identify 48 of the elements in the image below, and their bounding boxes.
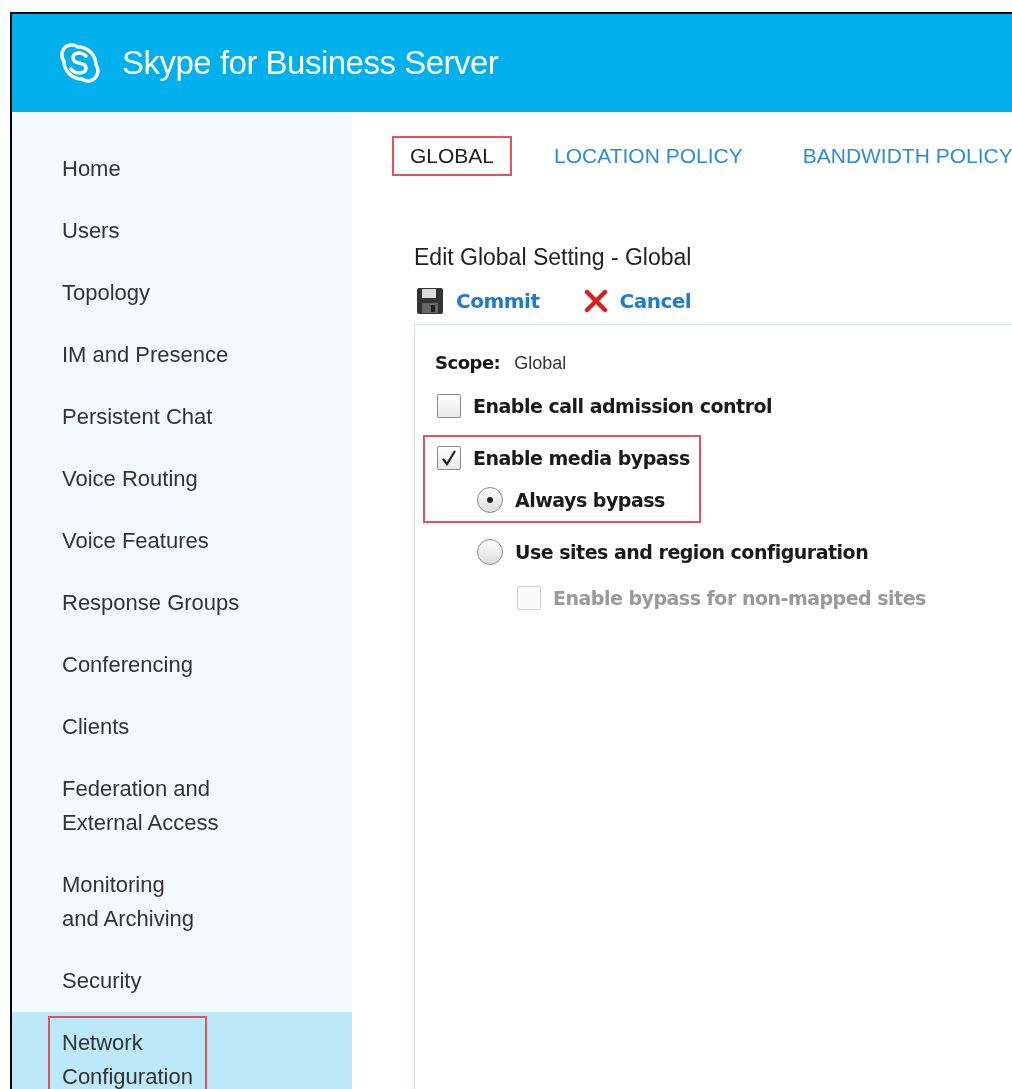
nav-label: Network Configuration [48,1016,207,1089]
option-label: Enable media bypass [473,445,690,471]
sidebar-item[interactable]: Topology [12,262,352,324]
sidebar-item[interactable]: Voice Routing [12,448,352,510]
nav-label: Monitoring and Archiving [61,871,196,933]
nav-label: Security [61,967,143,995]
nav-label: Home [61,155,122,183]
sidebar-item[interactable]: Voice Features [12,510,352,572]
checkmark-icon [440,449,458,467]
scope-value: Global [514,352,567,375]
option-label: Enable bypass for non-mapped sites [553,585,926,611]
sidebar-item[interactable]: Home [12,138,352,200]
app-title: Skype for Business Server [122,43,499,84]
close-icon [583,289,608,313]
checkbox[interactable] [437,394,461,418]
nav-label: Clients [61,713,131,741]
nav-label: Response Groups [61,589,241,617]
sidebar-item[interactable]: Response Groups [12,572,352,634]
option-label: Enable call admission control [473,393,773,419]
nav-label: IM and Presence [61,341,230,369]
radio-button[interactable] [477,487,503,513]
checkbox[interactable] [437,446,461,470]
tab[interactable]: BANDWIDTH POLICY [784,136,1012,176]
sidebar-item[interactable]: Network Configuration [12,1012,352,1089]
nav-label: Persistent Chat [61,403,214,431]
sidebar-item[interactable]: Persistent Chat [12,386,352,448]
commit-button[interactable]: Commit [414,286,542,316]
sidebar-item[interactable]: Federation and External Access [12,758,352,854]
tab[interactable]: LOCATION POLICY [536,136,761,176]
nav-label: Users [61,217,121,245]
sidebar-item[interactable]: IM and Presence [12,324,352,386]
option-label: Always bypass [515,487,665,513]
nav-label: Voice Routing [61,465,199,493]
tab[interactable]: GLOBAL [392,136,513,176]
sidebar-item[interactable]: Users [12,200,352,262]
nav-label: Voice Features [61,527,210,555]
scope-label: Scope: [435,351,501,375]
nav-label: Conferencing [61,651,194,679]
page-title: Edit Global Setting - Global [413,242,693,272]
nav-label: Topology [61,279,152,307]
sidebar-item[interactable]: Monitoring and Archiving [12,854,352,950]
sidebar-item[interactable]: Security [12,950,352,1012]
radio-button[interactable] [477,539,503,565]
option-label: Use sites and region configuration [515,539,869,565]
sidebar-item[interactable]: Conferencing [12,634,352,696]
sidebar-item[interactable]: Clients [12,696,352,758]
cancel-button[interactable]: Cancel [581,286,694,316]
nav-label: Federation and External Access [61,775,220,837]
